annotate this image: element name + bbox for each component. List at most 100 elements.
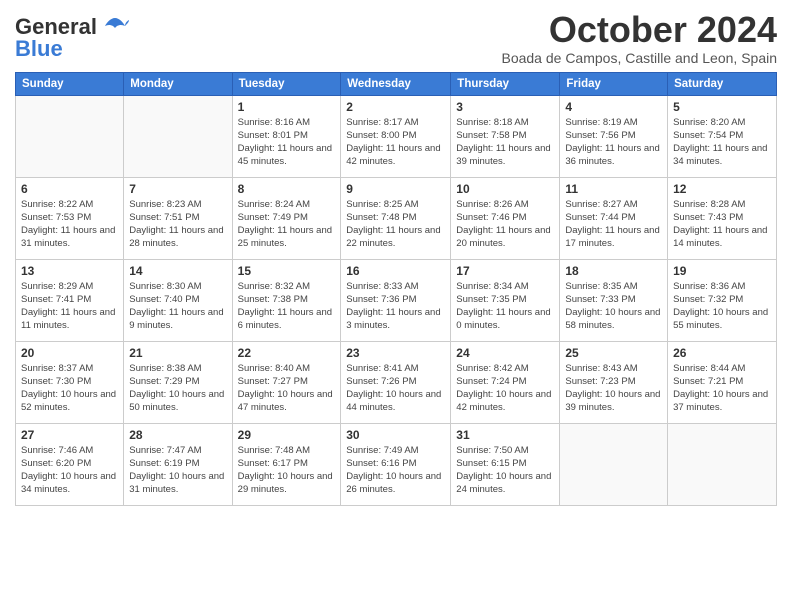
logo: General Blue [15, 14, 129, 62]
logo-bird-icon [101, 16, 129, 38]
day-number: 10 [456, 182, 554, 196]
day-number: 26 [673, 346, 771, 360]
table-row: 25 Sunrise: 8:43 AMSunset: 7:23 PMDayligh… [560, 341, 668, 423]
table-row: 1 Sunrise: 8:16 AMSunset: 8:01 PMDaylight… [232, 95, 341, 177]
day-info: Sunrise: 7:48 AMSunset: 6:17 PMDaylight:… [238, 444, 336, 497]
table-row: 24 Sunrise: 8:42 AMSunset: 7:24 PMDayligh… [451, 341, 560, 423]
table-row: 15Sunrise: 8:32 AMSunset: 7:38 PMDayligh… [232, 259, 341, 341]
day-info: Sunrise: 8:37 AMSunset: 7:30 PMDaylight:… [21, 362, 118, 415]
day-number: 12 [673, 182, 771, 196]
day-number: 6 [21, 182, 118, 196]
title-block: October 2024 Boada de Campos, Castille a… [501, 10, 777, 66]
col-friday: Friday [560, 72, 668, 95]
table-row [560, 423, 668, 505]
table-row: 10 Sunrise: 8:26 AMSunset: 7:46 PMDayligh… [451, 177, 560, 259]
table-row: 30 Sunrise: 7:49 AMSunset: 6:16 PMDayligh… [341, 423, 451, 505]
day-number: 15 [238, 264, 336, 278]
table-row [124, 95, 232, 177]
day-info: Sunrise: 8:29 AMSunset: 7:41 PMDaylight:… [21, 280, 118, 333]
day-number: 13 [21, 264, 118, 278]
day-info: Sunrise: 8:41 AMSunset: 7:26 PMDaylight:… [346, 362, 445, 415]
day-number: 29 [238, 428, 336, 442]
day-info: Sunrise: 8:40 AMSunset: 7:27 PMDaylight:… [238, 362, 336, 415]
day-info: Sunrise: 8:33 AMSunset: 7:36 PMDaylight:… [346, 280, 445, 333]
day-number: 27 [21, 428, 118, 442]
table-row: 14Sunrise: 8:30 AMSunset: 7:40 PMDayligh… [124, 259, 232, 341]
day-number: 30 [346, 428, 445, 442]
day-info: Sunrise: 8:35 AMSunset: 7:33 PMDaylight:… [565, 280, 662, 333]
col-sunday: Sunday [16, 72, 124, 95]
day-number: 4 [565, 100, 662, 114]
day-number: 16 [346, 264, 445, 278]
day-number: 28 [129, 428, 226, 442]
table-row: 17 Sunrise: 8:34 AMSunset: 7:35 PMDayligh… [451, 259, 560, 341]
table-row: 22 Sunrise: 8:40 AMSunset: 7:27 PMDayligh… [232, 341, 341, 423]
day-info: Sunrise: 7:47 AMSunset: 6:19 PMDaylight:… [129, 444, 226, 497]
day-info: Sunrise: 8:42 AMSunset: 7:24 PMDaylight:… [456, 362, 554, 415]
col-saturday: Saturday [668, 72, 777, 95]
calendar-table: Sunday Monday Tuesday Wednesday Thursday… [15, 72, 777, 506]
day-number: 24 [456, 346, 554, 360]
day-number: 5 [673, 100, 771, 114]
table-row: 21 Sunrise: 8:38 AMSunset: 7:29 PMDayligh… [124, 341, 232, 423]
table-row [16, 95, 124, 177]
logo-blue-text: Blue [15, 36, 63, 62]
day-info: Sunrise: 7:49 AMSunset: 6:16 PMDaylight:… [346, 444, 445, 497]
day-info: Sunrise: 8:16 AMSunset: 8:01 PMDaylight:… [238, 116, 336, 169]
day-info: Sunrise: 8:25 AMSunset: 7:48 PMDaylight:… [346, 198, 445, 251]
table-row: 3 Sunrise: 8:18 AMSunset: 7:58 PMDaylight… [451, 95, 560, 177]
table-row: 13 Sunrise: 8:29 AMSunset: 7:41 PMDayligh… [16, 259, 124, 341]
table-row: 27Sunrise: 7:46 AMSunset: 6:20 PMDayligh… [16, 423, 124, 505]
day-info: Sunrise: 8:18 AMSunset: 7:58 PMDaylight:… [456, 116, 554, 169]
day-info: Sunrise: 8:27 AMSunset: 7:44 PMDaylight:… [565, 198, 662, 251]
day-info: Sunrise: 8:19 AMSunset: 7:56 PMDaylight:… [565, 116, 662, 169]
table-row: 19Sunrise: 8:36 AMSunset: 7:32 PMDayligh… [668, 259, 777, 341]
table-row: 4 Sunrise: 8:19 AMSunset: 7:56 PMDaylight… [560, 95, 668, 177]
page: General Blue October 2024 Boada de Campo… [0, 0, 792, 612]
table-row: 8Sunrise: 8:24 AMSunset: 7:49 PMDaylight… [232, 177, 341, 259]
table-row: 12 Sunrise: 8:28 AMSunset: 7:43 PMDayligh… [668, 177, 777, 259]
day-number: 25 [565, 346, 662, 360]
day-info: Sunrise: 8:28 AMSunset: 7:43 PMDaylight:… [673, 198, 771, 251]
day-number: 7 [129, 182, 226, 196]
day-number: 9 [346, 182, 445, 196]
table-row: 23 Sunrise: 8:41 AMSunset: 7:26 PMDayligh… [341, 341, 451, 423]
day-number: 20 [21, 346, 118, 360]
day-number: 14 [129, 264, 226, 278]
day-number: 18 [565, 264, 662, 278]
day-number: 23 [346, 346, 445, 360]
day-info: Sunrise: 8:22 AMSunset: 7:53 PMDaylight:… [21, 198, 118, 251]
day-number: 22 [238, 346, 336, 360]
table-row: 18 Sunrise: 8:35 AMSunset: 7:33 PMDayligh… [560, 259, 668, 341]
day-info: Sunrise: 8:36 AMSunset: 7:32 PMDaylight:… [673, 280, 771, 333]
table-row: 9 Sunrise: 8:25 AMSunset: 7:48 PMDaylight… [341, 177, 451, 259]
day-info: Sunrise: 8:43 AMSunset: 7:23 PMDaylight:… [565, 362, 662, 415]
col-tuesday: Tuesday [232, 72, 341, 95]
day-number: 21 [129, 346, 226, 360]
table-row: 11Sunrise: 8:27 AMSunset: 7:44 PMDayligh… [560, 177, 668, 259]
day-info: Sunrise: 8:26 AMSunset: 7:46 PMDaylight:… [456, 198, 554, 251]
day-number: 3 [456, 100, 554, 114]
day-info: Sunrise: 8:34 AMSunset: 7:35 PMDaylight:… [456, 280, 554, 333]
table-row: 5 Sunrise: 8:20 AMSunset: 7:54 PMDaylight… [668, 95, 777, 177]
table-row: 6 Sunrise: 8:22 AMSunset: 7:53 PMDaylight… [16, 177, 124, 259]
day-info: Sunrise: 7:50 AMSunset: 6:15 PMDaylight:… [456, 444, 554, 497]
day-number: 17 [456, 264, 554, 278]
table-row: 31Sunrise: 7:50 AMSunset: 6:15 PMDayligh… [451, 423, 560, 505]
day-info: Sunrise: 8:24 AMSunset: 7:49 PMDaylight:… [238, 198, 336, 251]
calendar-header-row: Sunday Monday Tuesday Wednesday Thursday… [16, 72, 777, 95]
col-wednesday: Wednesday [341, 72, 451, 95]
day-info: Sunrise: 8:17 AMSunset: 8:00 PMDaylight:… [346, 116, 445, 169]
day-number: 2 [346, 100, 445, 114]
col-thursday: Thursday [451, 72, 560, 95]
col-monday: Monday [124, 72, 232, 95]
day-info: Sunrise: 8:20 AMSunset: 7:54 PMDaylight:… [673, 116, 771, 169]
table-row: 16 Sunrise: 8:33 AMSunset: 7:36 PMDayligh… [341, 259, 451, 341]
subtitle: Boada de Campos, Castille and Leon, Spai… [501, 50, 777, 66]
table-row: 2 Sunrise: 8:17 AMSunset: 8:00 PMDaylight… [341, 95, 451, 177]
table-row: 7Sunrise: 8:23 AMSunset: 7:51 PMDaylight… [124, 177, 232, 259]
day-number: 1 [238, 100, 336, 114]
day-info: Sunrise: 8:38 AMSunset: 7:29 PMDaylight:… [129, 362, 226, 415]
header: General Blue October 2024 Boada de Campo… [15, 10, 777, 66]
table-row: 26Sunrise: 8:44 AMSunset: 7:21 PMDayligh… [668, 341, 777, 423]
